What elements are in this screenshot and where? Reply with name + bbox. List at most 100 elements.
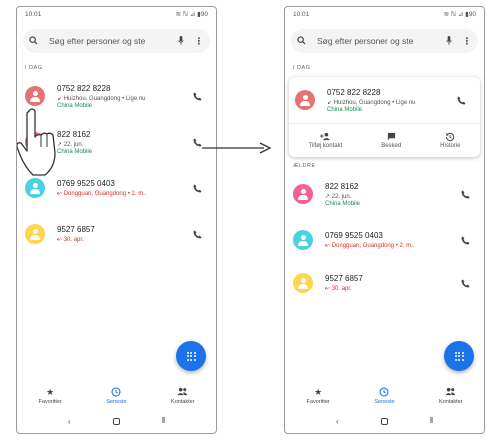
expanded-call-card: 0752 822 8228 ↙ Huizhou, Guangdong • Lig…	[289, 77, 480, 157]
phone-icon[interactable]	[186, 177, 208, 199]
section-today: I DAG	[293, 65, 311, 71]
call-detail: ↗ 22. jun.	[325, 193, 352, 200]
phone-icon[interactable]	[450, 89, 472, 111]
clock-icon	[111, 387, 122, 399]
call-row[interactable]: 822 8162 ↗ 22. jun. China Mobile	[285, 171, 484, 217]
arrow-icon	[202, 142, 272, 154]
call-carrier: China Mobile	[57, 148, 93, 155]
nav-label: Favoritter	[38, 399, 62, 405]
status-bar: 10:01 ≋ ℕ ⊿ ▮90	[17, 7, 216, 21]
call-number: 0769 9525 0403	[57, 179, 115, 188]
system-nav: ‹ ⦀	[17, 413, 216, 429]
home-icon[interactable]	[380, 417, 388, 425]
call-row[interactable]: 0769 9525 0403 ↜ Dongguan, Guangdong • 2…	[285, 217, 484, 263]
nav-label: Kontakter	[439, 399, 463, 405]
avatar	[295, 90, 315, 110]
status-icons: ≋ ℕ ⊿ ▮90	[443, 11, 476, 18]
avatar	[25, 178, 45, 198]
call-row[interactable]: 9527 6857 ↜ 30. apr.	[285, 263, 484, 303]
mic-icon[interactable]	[444, 35, 454, 47]
phone-screen-after: 10:01 ≋ ℕ ⊿ ▮90 Søg efter personer og st…	[284, 6, 485, 434]
call-number: 0769 9525 0403	[325, 231, 383, 240]
more-vert-icon[interactable]: ⋮	[194, 36, 204, 47]
nav-recents[interactable]: Seneste	[91, 387, 141, 405]
status-time: 10:01	[293, 10, 310, 18]
search-input[interactable]: Søg efter personer og ste	[317, 36, 444, 46]
tapping-hand-icon	[17, 108, 56, 176]
message-button[interactable]: Besked	[381, 132, 401, 149]
status-bar: 10:01 ≋ ℕ ⊿ ▮90	[285, 7, 484, 21]
avatar	[25, 86, 45, 106]
call-carrier: China Mobile	[327, 106, 363, 113]
message-icon	[387, 132, 396, 143]
phone-icon[interactable]	[454, 272, 476, 294]
search-bar[interactable]: Søg efter personer og ste ⋮	[23, 29, 210, 53]
call-detail: ↗ 22. jun.	[57, 141, 84, 148]
nav-favorites[interactable]: ★ Favoritter	[25, 387, 75, 405]
search-icon	[297, 35, 309, 47]
avatar	[25, 224, 45, 244]
action-label: Historie	[440, 143, 461, 149]
call-detail: ↜ 30. apr.	[325, 286, 352, 292]
recent-apps-icon[interactable]: ⦀	[161, 416, 165, 426]
nav-label: Seneste	[374, 399, 395, 405]
search-input[interactable]: Søg efter personer og ste	[49, 36, 176, 46]
star-icon: ★	[314, 387, 323, 397]
call-number: 0752 822 8228	[327, 87, 381, 97]
nav-contacts[interactable]: Kontakter	[426, 387, 476, 405]
call-row[interactable]: 0752 822 8228 ↙ Huizhou, Guangdong • Lig…	[289, 77, 480, 123]
more-vert-icon[interactable]: ⋮	[462, 36, 472, 47]
back-icon[interactable]: ‹	[68, 417, 71, 426]
status-time: 10:01	[25, 10, 42, 18]
people-icon	[445, 387, 456, 399]
section-previous: ÆLDRE	[293, 163, 316, 169]
status-icons: ≋ ℕ ⊿ ▮90	[175, 11, 208, 18]
phone-icon[interactable]	[186, 85, 208, 107]
call-number: 822 8162	[325, 181, 359, 191]
call-detail: ↜ Dongguan, Guangdong • 2. m..	[57, 191, 147, 197]
people-icon	[177, 387, 188, 399]
history-icon	[445, 132, 455, 143]
clock-icon	[379, 387, 390, 399]
call-actions: Tilføj kontakt Besked Historie	[289, 123, 480, 157]
phone-icon[interactable]	[454, 183, 476, 205]
nav-contacts[interactable]: Kontakter	[158, 387, 208, 405]
add-person-icon	[319, 132, 331, 143]
nav-label: Kontakter	[171, 399, 195, 405]
avatar	[293, 273, 313, 293]
phone-screen-before: 10:01 ≋ ℕ ⊿ ▮90 Søg efter personer og st…	[16, 6, 217, 434]
nav-label: Seneste	[106, 399, 127, 405]
system-nav: ‹ ⦀	[285, 413, 484, 429]
dialpad-icon	[454, 351, 464, 361]
dialpad-icon	[186, 351, 196, 361]
history-button[interactable]: Historie	[440, 132, 461, 149]
call-number: 0752 822 8228	[57, 83, 111, 93]
search-bar[interactable]: Søg efter personer og ste ⋮	[291, 29, 478, 53]
nav-recents[interactable]: Seneste	[359, 387, 409, 405]
star-icon: ★	[46, 387, 55, 397]
phone-icon[interactable]	[186, 223, 208, 245]
call-detail: ↙ Huizhou, Guangdong • Lige nu	[327, 99, 416, 106]
back-icon[interactable]: ‹	[336, 417, 339, 426]
nav-label: Favoritter	[306, 399, 330, 405]
avatar	[293, 230, 313, 250]
phone-icon[interactable]	[454, 229, 476, 251]
avatar	[293, 184, 313, 204]
mic-icon[interactable]	[176, 35, 186, 47]
bottom-nav: ★ Favoritter Seneste Kontakter	[17, 381, 216, 411]
call-number: 9527 6857	[57, 225, 95, 234]
call-carrier: China Mobile	[57, 102, 93, 109]
dialpad-button[interactable]	[444, 341, 474, 371]
home-icon[interactable]	[112, 417, 120, 425]
nav-favorites[interactable]: ★ Favoritter	[293, 387, 343, 405]
call-detail: ↜ 30. apr.	[57, 237, 84, 243]
bottom-nav: ★ Favoritter Seneste Kontakter	[285, 381, 484, 411]
section-today: I DAG	[25, 65, 43, 71]
action-label: Besked	[381, 143, 402, 149]
dialpad-button[interactable]	[176, 341, 206, 371]
search-icon	[29, 35, 41, 47]
recent-apps-icon[interactable]: ⦀	[429, 416, 433, 426]
call-row[interactable]: 9527 6857 ↜ 30. apr.	[17, 211, 216, 257]
add-contact-button[interactable]: Tilføj kontakt	[308, 132, 342, 149]
call-detail: ↙ Huizhou, Guangdong • Lige nu	[57, 95, 146, 102]
